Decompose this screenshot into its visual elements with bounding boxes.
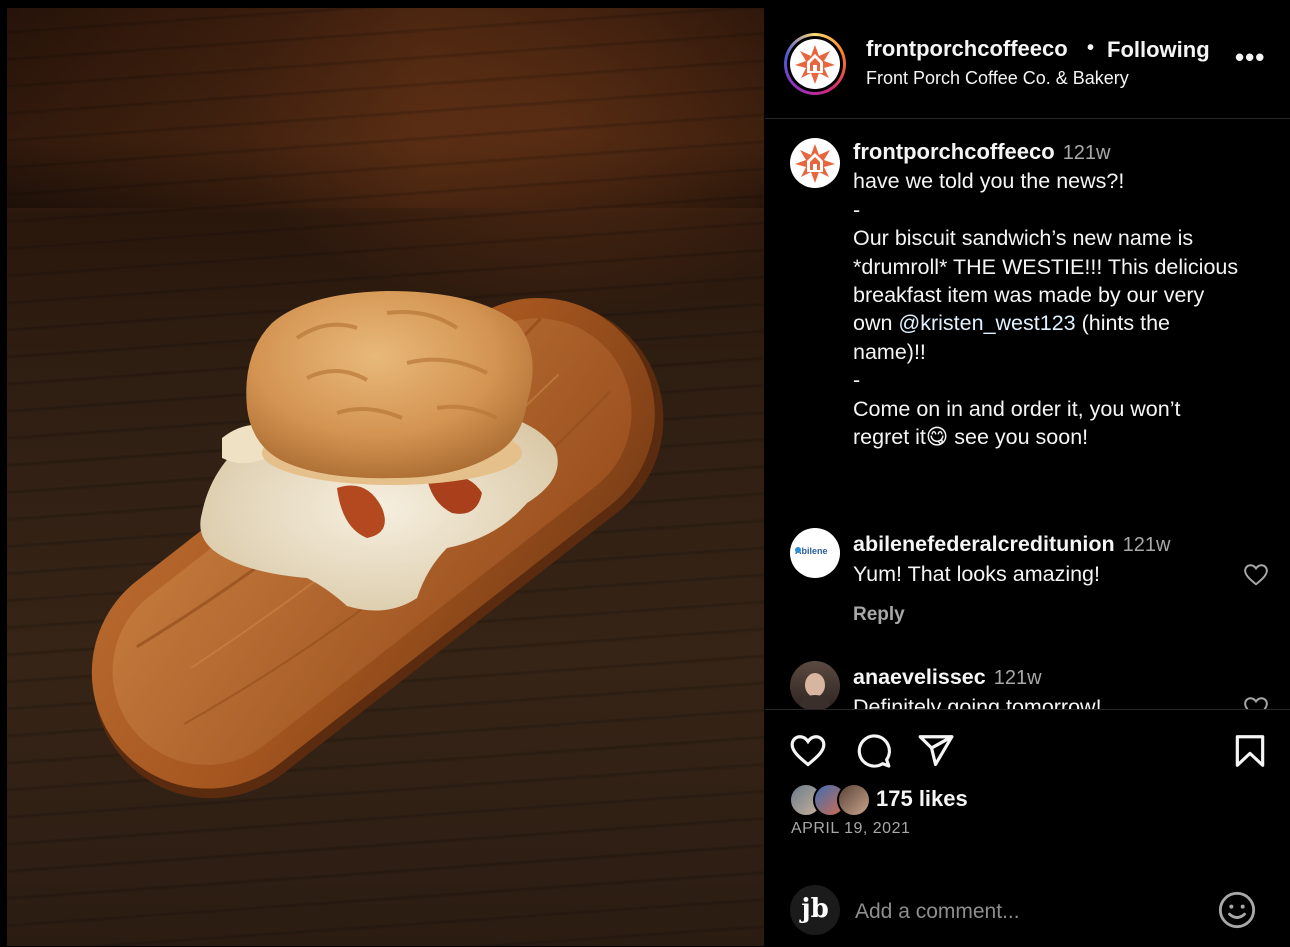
- post-location[interactable]: Front Porch Coffee Co. & Bakery: [866, 68, 1129, 89]
- comment-username[interactable]: abilenefederalcreditunion: [853, 532, 1115, 556]
- add-comment-input[interactable]: [853, 894, 1187, 930]
- photo-food-illustration: [91, 291, 664, 799]
- bookmark-icon[interactable]: [1231, 732, 1269, 770]
- commenter-avatar[interactable]: [790, 661, 840, 709]
- post-date[interactable]: APRIL 19, 2021: [791, 820, 910, 838]
- add-comment-row: jb: [765, 876, 1290, 947]
- share-icon[interactable]: [917, 732, 955, 770]
- comments-section: frontporchcoffeeco 121w have we told you …: [765, 119, 1290, 710]
- emoji-icon[interactable]: [1217, 890, 1257, 930]
- commenter-avatar[interactable]: Abilene: [790, 528, 840, 578]
- heart-icon[interactable]: [789, 732, 827, 770]
- comment-text: Definitely going tomorrow!: [853, 695, 1102, 710]
- caption-time[interactable]: 121w: [1063, 142, 1111, 164]
- caption-line: Come on in and order it, you won’t: [853, 396, 1181, 421]
- caption-line: name)!!: [853, 339, 926, 364]
- brand-logo-icon: [795, 144, 835, 183]
- more-options-icon[interactable]: •••: [1235, 42, 1265, 73]
- author-username[interactable]: frontporchcoffeeco: [866, 36, 1068, 62]
- caption-username[interactable]: frontporchcoffeeco: [853, 139, 1055, 164]
- mention-link[interactable]: @kristen_west123: [898, 311, 1075, 335]
- caption-line: *drumroll* THE WESTIE!!! This delicious: [853, 254, 1239, 279]
- following-button[interactable]: Following: [1107, 37, 1210, 63]
- caption-line: breakfast item was made by our very: [853, 283, 1205, 308]
- post-header: frontporchcoffeeco • Following Front Por…: [765, 8, 1290, 119]
- comment-like-heart-icon[interactable]: [1243, 562, 1269, 588]
- comment-time[interactable]: 121w: [994, 667, 1042, 689]
- comment-like-heart-icon[interactable]: [1243, 695, 1269, 710]
- caption-line: have we told you the news?!: [853, 169, 1125, 194]
- caption-line: regret it😋 see you soon!: [853, 425, 1089, 450]
- post-photo[interactable]: [7, 8, 764, 946]
- caption-text: own: [853, 311, 899, 336]
- post-actions: 175 likes APRIL 19, 2021 jb: [765, 710, 1290, 946]
- author-avatar-story-ring[interactable]: [784, 33, 846, 95]
- caption-line: -: [853, 197, 861, 222]
- brand-logo-icon: [790, 39, 840, 89]
- reply-button[interactable]: Reply: [853, 604, 905, 626]
- comment-icon[interactable]: [854, 732, 892, 770]
- comment-time[interactable]: 121w: [1123, 534, 1171, 556]
- current-user-avatar[interactable]: jb: [790, 885, 840, 935]
- post-details-panel: frontporchcoffeeco • Following Front Por…: [765, 8, 1290, 946]
- caption-avatar[interactable]: [790, 138, 840, 188]
- liked-by-avatars[interactable]: [789, 783, 875, 817]
- likes-count[interactable]: 175 likes: [876, 786, 968, 812]
- caption-line: -: [853, 368, 861, 393]
- separator-dot: •: [1087, 37, 1095, 59]
- comment-username[interactable]: anaevelissec: [853, 665, 986, 689]
- caption-text: (hints the: [1075, 311, 1171, 336]
- caption-line: Our biscuit sandwich’s new name is: [853, 226, 1194, 251]
- post-caption: frontporchcoffeeco 121w have we told you …: [853, 138, 1278, 451]
- comment-text: Yum! That looks amazing!: [853, 562, 1100, 586]
